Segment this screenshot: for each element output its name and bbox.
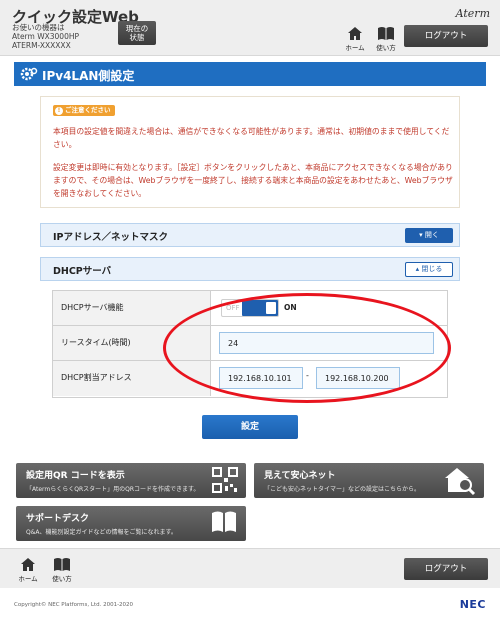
- mieru-card-subtitle: 「こども安心ネットタイマー」などの設定はこちらから。: [264, 486, 421, 493]
- help-label: 使い方: [376, 44, 396, 52]
- collapse-button[interactable]: ▴ 閉じる: [405, 262, 453, 277]
- footer-home-label: ホーム: [18, 575, 38, 583]
- warning-text-2: 設定変更は即時に有効となります。［設定］ボタンをクリックしたあと、本商品にアクセ…: [53, 163, 453, 198]
- home-icon: [348, 27, 362, 40]
- device-model: Aterm WX3000HP: [12, 32, 79, 41]
- home-link[interactable]: ホーム: [341, 26, 369, 52]
- home-search-icon: [445, 468, 476, 496]
- dhcp-settings-table: DHCPサーバ機能 OFF ON リースタイム(時間) DHCP割当アドレス -: [52, 290, 448, 398]
- table-row: リースタイム(時間): [53, 326, 447, 361]
- device-id: ATERM-XXXXXX: [12, 41, 71, 50]
- dhcp-range-label: DHCP割当アドレス: [53, 361, 211, 396]
- expand-label: 開く: [424, 231, 439, 239]
- mieru-anshin-card[interactable]: 見えて安心ネット 「こども安心ネットタイマー」などの設定はこちらから。: [254, 463, 484, 498]
- open-book-icon: [212, 511, 236, 532]
- expand-button[interactable]: ▾ 開く: [405, 228, 453, 243]
- dhcp-range-start-input[interactable]: [219, 367, 303, 389]
- apply-settings-button[interactable]: 設定: [202, 415, 298, 439]
- dhcp-range-end-input[interactable]: [316, 367, 400, 389]
- toggle-on-text: ON: [284, 303, 297, 312]
- qr-code-icon: [212, 467, 238, 493]
- home-label: ホーム: [345, 44, 365, 52]
- copyright: Copyright© NEC Platforms, Ltd. 2001-2020: [14, 602, 134, 608]
- book-icon: [54, 558, 70, 571]
- qr-card-subtitle: 「AtermらくらくQRスタート」用のQRコードを作成できます。: [26, 486, 200, 493]
- table-row: DHCP割当アドレス -: [53, 361, 447, 396]
- device-label: お使いの機器は: [12, 23, 65, 32]
- status-button-line1: 現在の: [125, 24, 149, 33]
- nec-logo: NEC: [459, 598, 486, 611]
- support-card-title: サポートデスク: [26, 514, 90, 524]
- accordion-ip-netmask[interactable]: IPアドレス／ネットマスク ▾ 開く: [40, 223, 460, 247]
- current-status-button[interactable]: 現在の 状態: [118, 21, 156, 45]
- header: クイック設定Web お使いの機器は Aterm WX3000HP ATERM-X…: [0, 0, 500, 56]
- accordion-ip-label: IPアドレス／ネットマスク: [53, 232, 168, 243]
- range-separator: -: [306, 371, 309, 380]
- footer-home-link[interactable]: ホーム: [14, 557, 42, 583]
- home-icon: [21, 558, 35, 571]
- qr-card-title: 設定用QR コードを表示: [26, 471, 125, 481]
- mieru-card-title: 見えて安心ネット: [264, 471, 336, 481]
- warning-box: ! ご注意ください 本項目の設定値を間違えた場合は、通信ができなくなる可能性があり…: [40, 96, 460, 208]
- lease-time-input[interactable]: [219, 332, 434, 354]
- lease-time-label: リースタイム(時間): [53, 326, 211, 360]
- warning-badge: ! ご注意ください: [53, 105, 115, 116]
- help-link[interactable]: 使い方: [372, 26, 400, 52]
- support-card-subtitle: Q&A、機能別設定ガイドなどの情報をご覧になれます。: [26, 529, 177, 536]
- qr-code-card[interactable]: 設定用QR コードを表示 「AtermらくらくQRスタート」用のQRコードを作成…: [16, 463, 246, 498]
- support-desk-card[interactable]: サポートデスク Q&A、機能別設定ガイドなどの情報をご覧になれます。: [16, 506, 246, 541]
- warning-text-1: 本項目の設定値を間違えた場合は、通信ができなくなる可能性があります。通常は、初期…: [53, 127, 450, 149]
- gear-icon: [20, 67, 38, 81]
- dhcp-server-toggle[interactable]: OFF: [221, 299, 279, 317]
- status-button-line2: 状態: [129, 33, 145, 42]
- footer-help-link[interactable]: 使い方: [48, 557, 76, 583]
- page-title-bar: IPv4LAN側設定: [14, 62, 486, 86]
- aterm-logo: Aterm: [455, 7, 490, 20]
- page-title: IPv4LAN側設定: [42, 69, 135, 83]
- dhcp-function-label: DHCPサーバ機能: [53, 291, 211, 325]
- footer-help-label: 使い方: [52, 575, 72, 583]
- table-row: DHCPサーバ機能 OFF ON: [53, 291, 447, 326]
- accordion-dhcp-server[interactable]: DHCPサーバ ▴ 閉じる: [40, 257, 460, 281]
- accordion-dhcp-label: DHCPサーバ: [53, 266, 112, 277]
- toggle-off-text: OFF: [226, 304, 240, 312]
- warning-badge-label: ご注意ください: [65, 106, 111, 114]
- book-icon: [378, 27, 394, 40]
- footer-logout-button[interactable]: ログアウト: [404, 558, 488, 580]
- logout-button[interactable]: ログアウト: [404, 25, 488, 47]
- exclamation-icon: !: [55, 107, 63, 115]
- toggle-knob: [242, 300, 278, 316]
- footer-bar: ホーム 使い方 ログアウト: [0, 548, 500, 588]
- device-info: お使いの機器は Aterm WX3000HP ATERM-XXXXXX: [12, 23, 79, 50]
- collapse-label: 閉じる: [421, 265, 443, 273]
